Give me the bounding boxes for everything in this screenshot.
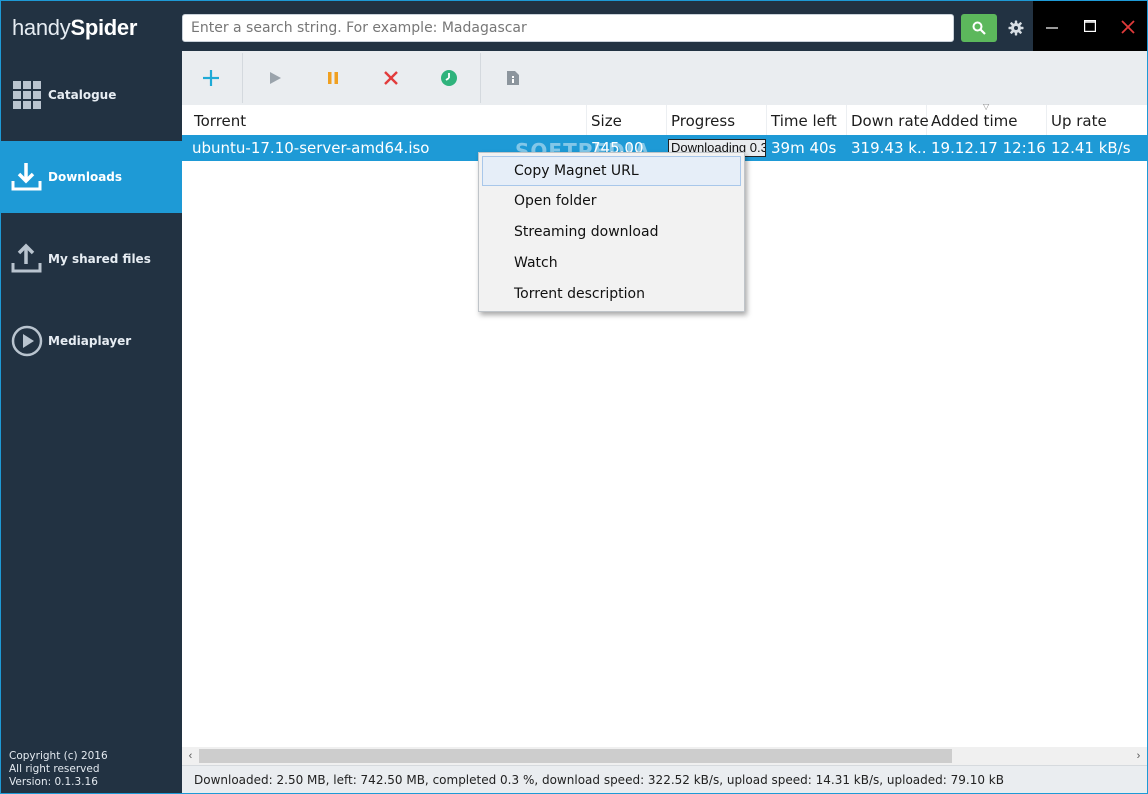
- menu-item-open-folder[interactable]: Open folder: [479, 186, 744, 217]
- close-icon: [1121, 20, 1135, 34]
- sidebar: Catalogue Downloads My shared files Medi…: [1, 51, 182, 793]
- sidebar-item-label: My shared files: [48, 252, 151, 266]
- sidebar-item-my-shared-files[interactable]: My shared files: [1, 223, 182, 295]
- add-icon: [203, 70, 219, 86]
- logo-text-handy: handy: [12, 15, 71, 40]
- scroll-thumb[interactable]: [199, 749, 952, 763]
- toolbar-divider: [242, 53, 243, 103]
- column-header-progress[interactable]: Progress: [667, 105, 767, 135]
- cell-down-rate: 319.43 k...: [851, 139, 927, 157]
- column-header-up-rate[interactable]: Up rate: [1047, 105, 1147, 135]
- minimize-button[interactable]: [1033, 1, 1071, 51]
- stop-icon: [384, 71, 398, 85]
- version-text: Version: 0.1.3.16: [9, 776, 98, 788]
- menu-item-watch[interactable]: Watch: [479, 248, 744, 279]
- sidebar-item-downloads[interactable]: Downloads: [1, 141, 182, 213]
- maximize-button[interactable]: [1071, 1, 1109, 51]
- search-button[interactable]: [961, 14, 997, 42]
- info-button[interactable]: [498, 63, 528, 93]
- minimize-icon: [1046, 27, 1058, 29]
- sidebar-item-label: Mediaplayer: [48, 334, 132, 348]
- play-icon: [270, 72, 281, 84]
- scroll-left-icon[interactable]: ‹: [182, 747, 199, 765]
- grid-icon: [11, 79, 43, 111]
- app-logo: handySpider: [12, 15, 137, 41]
- window-controls: [1033, 1, 1147, 51]
- schedule-button[interactable]: [434, 63, 464, 93]
- gear-icon: [1008, 20, 1024, 36]
- cell-added-time: 19.12.17 12:16: [931, 139, 1046, 157]
- horizontal-scrollbar[interactable]: ‹ ›: [182, 747, 1147, 765]
- play-circle-icon: [11, 325, 43, 357]
- search-icon: [972, 21, 986, 35]
- table-header: Torrent Size Progress Time left Down rat…: [182, 105, 1147, 135]
- sidebar-item-label: Catalogue: [48, 88, 117, 102]
- download-icon: [11, 161, 43, 193]
- column-header-time-left[interactable]: Time left: [767, 105, 847, 135]
- cell-up-rate: 12.41 kB/s: [1051, 139, 1131, 157]
- column-header-torrent[interactable]: Torrent: [190, 105, 587, 135]
- menu-item-streaming-download[interactable]: Streaming download: [479, 217, 744, 248]
- sidebar-item-label: Downloads: [48, 170, 123, 184]
- cell-time-left: 39m 40s: [771, 139, 837, 157]
- scroll-right-icon[interactable]: ›: [1130, 747, 1147, 765]
- close-button[interactable]: [1109, 1, 1147, 51]
- menu-item-torrent-description[interactable]: Torrent description: [479, 279, 744, 310]
- toolbar: [182, 51, 1147, 105]
- clock-icon: [441, 70, 457, 86]
- sidebar-item-mediaplayer[interactable]: Mediaplayer: [1, 305, 182, 377]
- rights-text: All right reserved: [9, 763, 100, 775]
- settings-button[interactable]: [1004, 14, 1028, 42]
- add-button[interactable]: [196, 63, 226, 93]
- column-header-down-rate[interactable]: Down rate: [847, 105, 929, 135]
- copyright-info: Copyright (c) 2016 All right reserved Ve…: [9, 750, 108, 789]
- sidebar-item-catalogue[interactable]: Catalogue: [1, 59, 182, 131]
- copyright-text: Copyright (c) 2016: [9, 750, 108, 762]
- status-bar: Downloaded: 2.50 MB, left: 742.50 MB, co…: [182, 765, 1147, 793]
- start-button[interactable]: [260, 63, 290, 93]
- stop-button[interactable]: [376, 63, 406, 93]
- info-icon: [507, 71, 519, 85]
- app-window: handySpider Enter a search string. For e…: [0, 0, 1148, 794]
- pause-button[interactable]: [318, 63, 348, 93]
- sort-descending-icon: ▽: [983, 102, 990, 111]
- pause-icon: [328, 72, 338, 84]
- toolbar-divider: [480, 53, 481, 103]
- maximize-icon: [1084, 20, 1096, 32]
- upload-icon: [11, 243, 43, 275]
- menu-item-copy-magnet-url[interactable]: Copy Magnet URL: [482, 156, 741, 186]
- search-input[interactable]: [182, 14, 954, 42]
- column-header-size[interactable]: Size: [587, 105, 667, 135]
- title-bar: handySpider: [1, 1, 1147, 51]
- logo-text-spider: Spider: [70, 15, 138, 40]
- context-menu: Copy Magnet URL Open folder Streaming do…: [478, 152, 745, 312]
